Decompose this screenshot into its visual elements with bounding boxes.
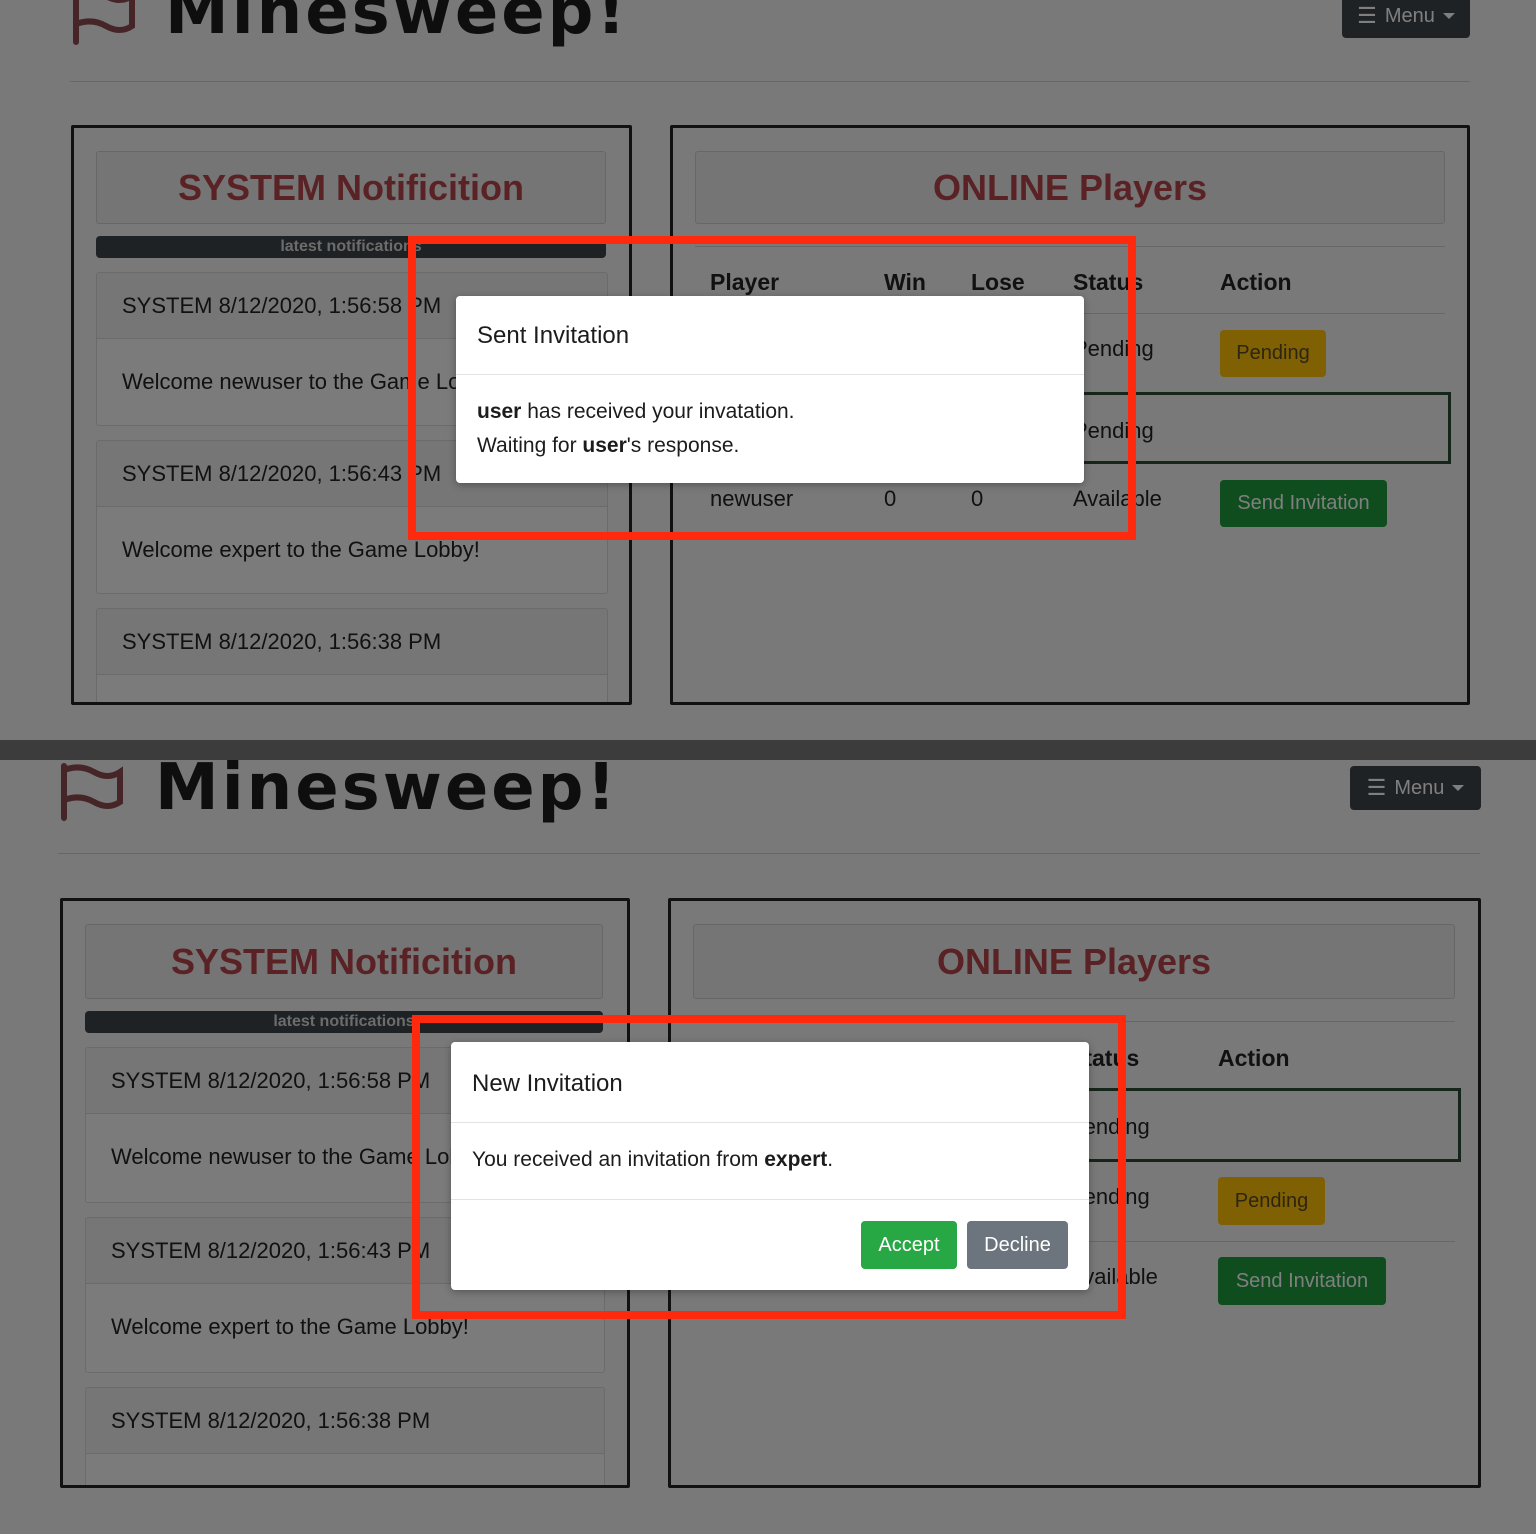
screenshot-new-invitation: Minesweep! ☰ Menu SYSTEM Notificition la… xyxy=(0,740,1536,1534)
screenshot-sent-invitation: Minesweep! ☰ Menu SYSTEM Notificition la… xyxy=(0,0,1536,760)
highlight-box xyxy=(412,1015,1126,1319)
highlight-box xyxy=(408,236,1136,540)
